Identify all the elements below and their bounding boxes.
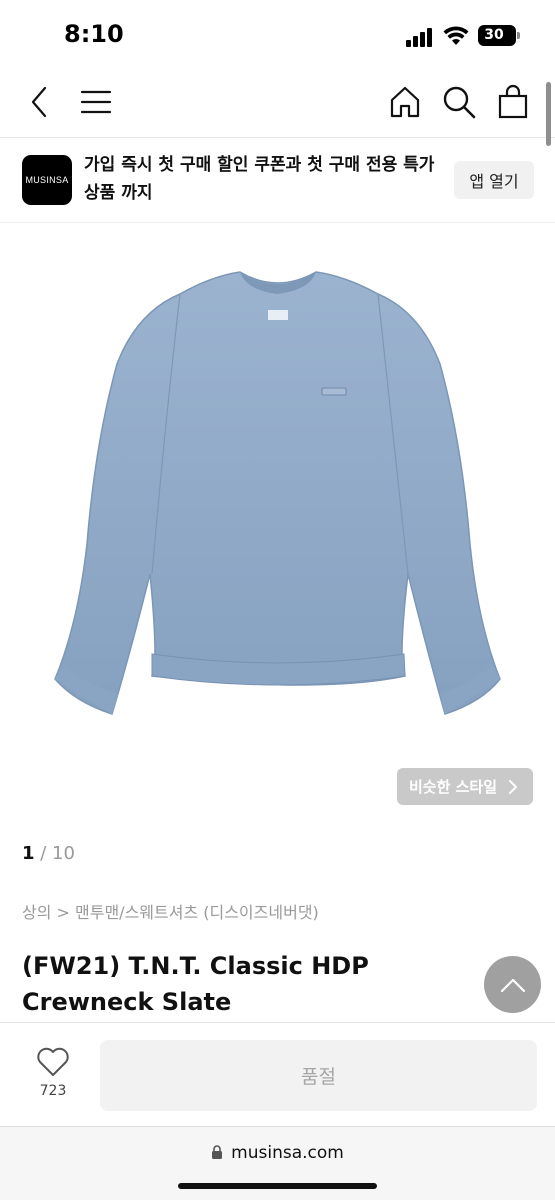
home-indicator — [178, 1183, 377, 1189]
scroll-to-top-button[interactable] — [484, 956, 541, 1013]
page-separator: / — [34, 843, 53, 864]
open-app-button[interactable]: 앱 열기 — [454, 161, 534, 199]
status-bar: 8:10 30 — [0, 0, 555, 70]
top-navigation-bar — [0, 70, 555, 138]
similar-style-label: 비슷한 스타일 — [408, 778, 497, 796]
like-button[interactable]: 723 — [28, 1047, 78, 1099]
chevron-right-icon — [509, 779, 517, 794]
lock-icon — [212, 1145, 223, 1159]
wifi-icon — [443, 26, 469, 45]
similar-style-button[interactable]: 비슷한 스타일 — [396, 768, 533, 805]
product-photo-sweatshirt — [54, 271, 501, 715]
product-image-carousel[interactable]: 비슷한 스타일 — [0, 224, 555, 824]
browser-url-bar[interactable]: musinsa.com — [0, 1126, 555, 1200]
heart-icon — [37, 1047, 69, 1076]
total-pages: 10 — [52, 843, 75, 864]
image-pagination: 1 / 10 — [22, 843, 75, 864]
app-install-banner: MUSINSA 가입 즉시 첫 구매 할인 쿠폰과 첫 구매 전용 특가 상품 … — [0, 139, 555, 223]
current-page: 1 — [22, 843, 35, 864]
shopping-bag-icon[interactable] — [495, 84, 531, 120]
musinsa-app-logo: MUSINSA — [22, 155, 72, 205]
search-icon[interactable] — [441, 84, 477, 120]
battery-icon: 30 — [478, 25, 520, 46]
url-domain: musinsa.com — [231, 1143, 344, 1163]
home-icon[interactable] — [387, 84, 423, 120]
page-scrollbar[interactable] — [546, 82, 551, 146]
back-arrow-icon[interactable] — [22, 84, 58, 120]
chevron-up-icon — [500, 978, 525, 992]
menu-icon[interactable] — [78, 84, 114, 120]
banner-message: 가입 즉시 첫 구매 할인 쿠폰과 첫 구매 전용 특가 상품 까지 — [84, 155, 435, 203]
status-time: 8:10 — [64, 20, 124, 48]
like-count: 723 — [39, 1083, 67, 1099]
url-display[interactable]: musinsa.com — [0, 1143, 555, 1163]
category-breadcrumb[interactable]: 상의 > 맨투맨/스웨트셔츠 (디스이즈네버댓) — [22, 899, 319, 923]
signal-icon — [406, 27, 436, 47]
purchase-action-bar: 723 품절 — [0, 1022, 555, 1126]
product-title: (FW21) T.N.T. Classic HDP Crewneck Slate — [22, 952, 369, 1016]
sold-out-button[interactable]: 품절 — [100, 1040, 537, 1111]
battery-level: 30 — [484, 27, 504, 43]
